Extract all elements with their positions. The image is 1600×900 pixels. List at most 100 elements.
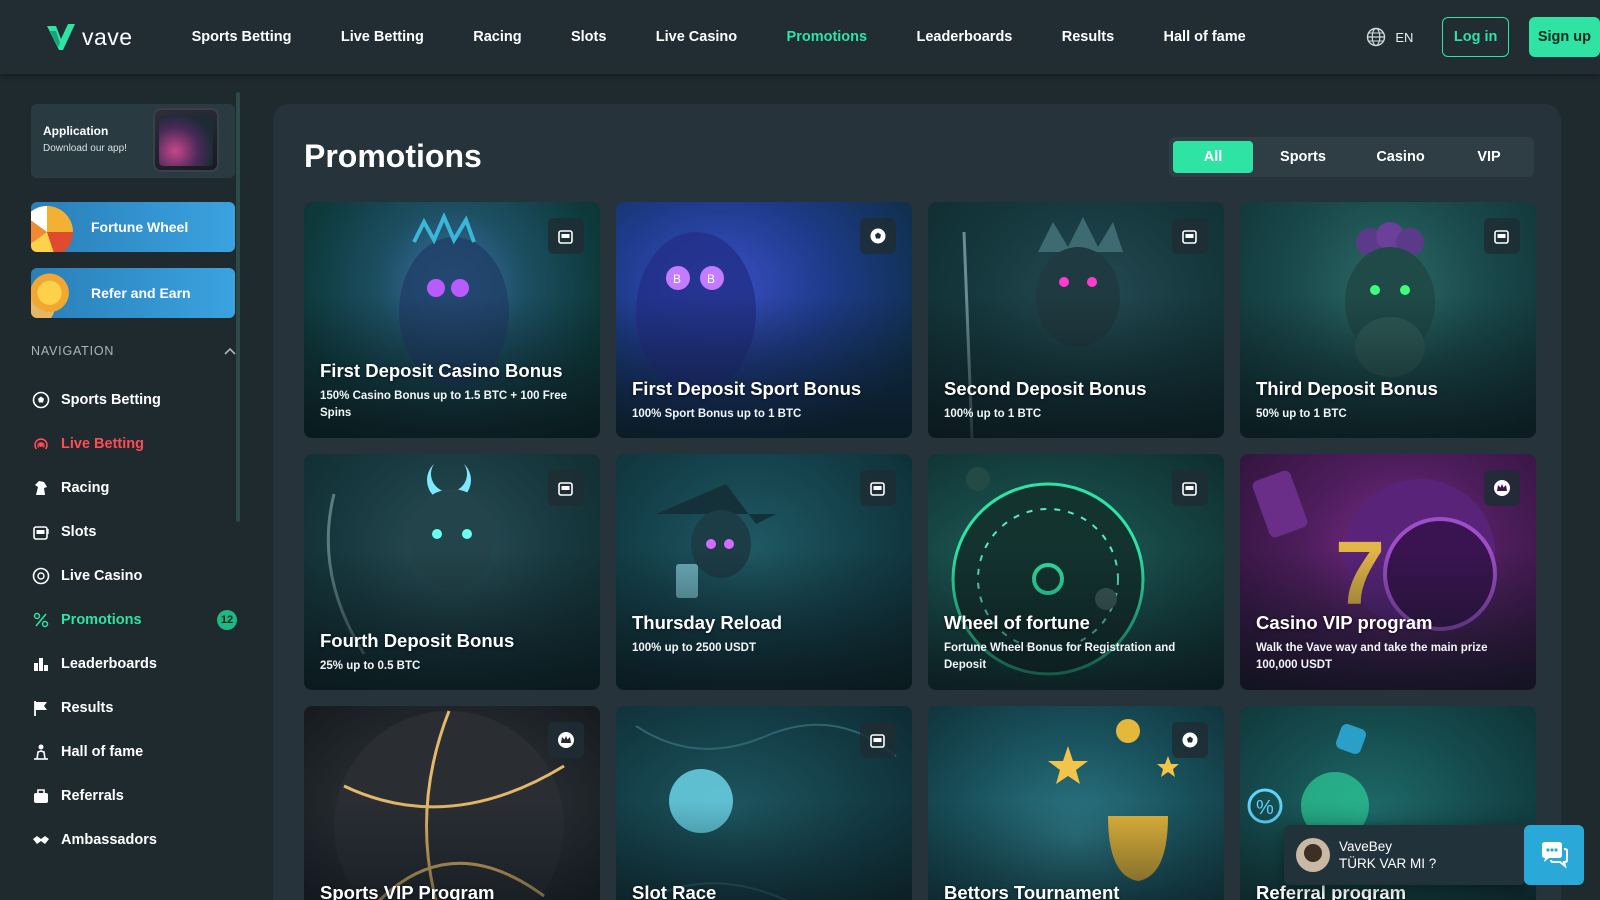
promo-card[interactable]: Bettors Tournament xyxy=(928,706,1224,900)
promo-card-title: Second Deposit Bonus xyxy=(944,378,1147,399)
language-selector[interactable]: EN xyxy=(1366,27,1413,47)
promo-card-title: Bettors Tournament xyxy=(944,882,1120,900)
top-navigation-bar: vave Sports Betting Live Betting Racing … xyxy=(0,0,1600,74)
sidebar-item-racing[interactable]: Racing xyxy=(31,466,237,510)
sidebar-item-label: Ambassadors xyxy=(61,832,157,848)
sidebar-item-label: Live Betting xyxy=(61,436,144,452)
promo-card[interactable]: Sports VIP Program xyxy=(304,706,600,900)
soccer-ball-icon xyxy=(1172,722,1208,758)
chat-icon xyxy=(1542,842,1568,869)
menu-sports-betting[interactable]: Sports Betting xyxy=(167,29,316,45)
sidebar-item-label: Live Casino xyxy=(61,568,143,584)
sidebar-item-label: Racing xyxy=(61,480,110,496)
menu-leaderboards[interactable]: Leaderboards xyxy=(892,29,1037,45)
menu-promotions[interactable]: Promotions xyxy=(762,29,892,45)
sidebar-item-label: Leaderboards xyxy=(61,656,157,672)
leaderboard-icon xyxy=(31,654,51,674)
promo-card[interactable]: First Deposit Casino Bonus 150% Casino B… xyxy=(304,202,600,438)
sidebar-item-slots[interactable]: Slots xyxy=(31,510,237,554)
promo-card-description: 150% Casino Bonus up to 1.5 BTC + 100 Fr… xyxy=(320,390,568,419)
sidebar-item-results[interactable]: Results xyxy=(31,686,237,730)
promo-card[interactable]: Wheel of fortune Fortune Wheel Bonus for… xyxy=(928,454,1224,690)
sidebar-item-label: Sports Betting xyxy=(61,392,161,408)
app-download-card[interactable]: Application Download our app! xyxy=(31,104,235,178)
sidebar-item-label: Promotions xyxy=(61,612,142,628)
slot-machine-icon xyxy=(548,218,584,254)
login-button[interactable]: Log in xyxy=(1442,17,1509,57)
coins-icon xyxy=(31,272,73,318)
sidebar-item-label: Referrals xyxy=(61,788,124,804)
crown-icon xyxy=(1484,470,1520,506)
brand-logo[interactable]: vave xyxy=(46,23,163,51)
main-menu: Sports Betting Live Betting Racing Slots… xyxy=(167,29,1270,45)
signup-button[interactable]: Sign up xyxy=(1528,17,1600,57)
tab-vip[interactable]: VIP xyxy=(1448,141,1530,173)
sidebar-item-ambassadors[interactable]: Ambassadors xyxy=(31,818,237,862)
menu-racing[interactable]: Racing xyxy=(449,29,547,45)
tab-casino[interactable]: Casino xyxy=(1353,141,1448,173)
navigation-heading-label: NAVIGATION xyxy=(31,344,115,358)
flag-icon xyxy=(31,698,51,718)
chat-sender-name: VaveBey xyxy=(1339,839,1393,854)
chat-preview[interactable]: VaveBey TÜRK VAR MI ? xyxy=(1284,825,1526,885)
fortune-wheel-button[interactable]: Fortune Wheel xyxy=(31,202,235,252)
page-title: Promotions xyxy=(304,138,482,174)
refer-and-earn-label: Refer and Earn xyxy=(91,285,191,301)
sidebar-item-sports-betting[interactable]: Sports Betting xyxy=(31,378,237,422)
promo-card-description: Fortune Wheel Bonus for Registration and… xyxy=(944,642,1176,671)
promo-card[interactable]: Thursday Reload 100% up to 2500 USDT xyxy=(616,454,912,690)
navigation-heading[interactable]: NAVIGATION xyxy=(31,344,237,358)
podium-icon xyxy=(31,742,51,762)
sidebar-item-referrals[interactable]: Referrals xyxy=(31,774,237,818)
handshake-icon xyxy=(31,830,51,850)
slot-machine-icon xyxy=(1484,218,1520,254)
promo-card[interactable]: Second Deposit Bonus 100% up to 1 BTC xyxy=(928,202,1224,438)
fortune-wheel-icon xyxy=(31,206,73,252)
sidebar-item-live-betting[interactable]: Live Betting xyxy=(31,422,237,466)
promo-card-title: Thursday Reload xyxy=(632,612,783,633)
slot-machine-icon xyxy=(860,470,896,506)
tab-all[interactable]: All xyxy=(1173,141,1253,173)
phone-image xyxy=(153,108,219,172)
sidebar-item-label: Slots xyxy=(61,524,97,540)
vave-logo-icon xyxy=(47,24,75,50)
promotions-panel: Promotions All Sports Casino VIP First D… xyxy=(273,104,1561,900)
promo-card[interactable]: BB First Deposit Sport Bonus 100% Sport … xyxy=(616,202,912,438)
open-chat-button[interactable] xyxy=(1524,825,1584,885)
promo-card-title: Wheel of fortune xyxy=(944,612,1090,633)
promo-card-description: Walk the Vave way and take the main priz… xyxy=(1256,642,1488,671)
sidebar-nav-list: Sports Betting Live Betting Racing Slots… xyxy=(31,378,237,862)
refer-and-earn-button[interactable]: Refer and Earn xyxy=(31,268,235,318)
slot-machine-icon xyxy=(1172,218,1208,254)
promo-card-title: Fourth Deposit Bonus xyxy=(320,630,515,651)
slot-machine-icon xyxy=(1172,470,1208,506)
menu-live-betting[interactable]: Live Betting xyxy=(316,29,448,45)
promo-card-title: Third Deposit Bonus xyxy=(1256,378,1438,399)
sidebar-item-label: Results xyxy=(61,700,114,716)
sidebar-item-leaderboards[interactable]: Leaderboards xyxy=(31,642,237,686)
menu-results[interactable]: Results xyxy=(1037,29,1139,45)
promo-card-description: 100% up to 2500 USDT xyxy=(632,642,756,654)
sidebar-item-live-casino[interactable]: Live Casino xyxy=(31,554,237,598)
promo-card[interactable]: Fourth Deposit Bonus 25% up to 0.5 BTC xyxy=(304,454,600,690)
promo-card[interactable]: Slot Race xyxy=(616,706,912,900)
fortune-wheel-label: Fortune Wheel xyxy=(91,219,189,235)
menu-live-casino[interactable]: Live Casino xyxy=(631,29,762,45)
sidebar-item-label: Hall of fame xyxy=(61,744,144,760)
crown-icon xyxy=(548,722,584,758)
horse-icon xyxy=(31,478,51,498)
avatar xyxy=(1296,838,1330,872)
promo-card-description: 25% up to 0.5 BTC xyxy=(320,660,421,672)
promo-card[interactable]: Third Deposit Bonus 50% up to 1 BTC xyxy=(1240,202,1536,438)
sidebar-item-hall-of-fame[interactable]: Hall of fame xyxy=(31,730,237,774)
promo-card-title: Slot Race xyxy=(632,882,717,900)
promo-card-title: Casino VIP program xyxy=(1256,612,1433,633)
sidebar-item-promotions[interactable]: Promotions 12 xyxy=(31,598,237,642)
chevron-up-icon xyxy=(224,347,236,355)
tab-sports[interactable]: Sports xyxy=(1253,141,1353,173)
promo-card-description: 50% up to 1 BTC xyxy=(1256,408,1347,420)
menu-slots[interactable]: Slots xyxy=(546,29,631,45)
promo-card[interactable]: 7 Casino VIP program Walk the Vave way a… xyxy=(1240,454,1536,690)
soccer-ball-icon xyxy=(860,218,896,254)
menu-hall-of-fame[interactable]: Hall of fame xyxy=(1139,29,1271,45)
